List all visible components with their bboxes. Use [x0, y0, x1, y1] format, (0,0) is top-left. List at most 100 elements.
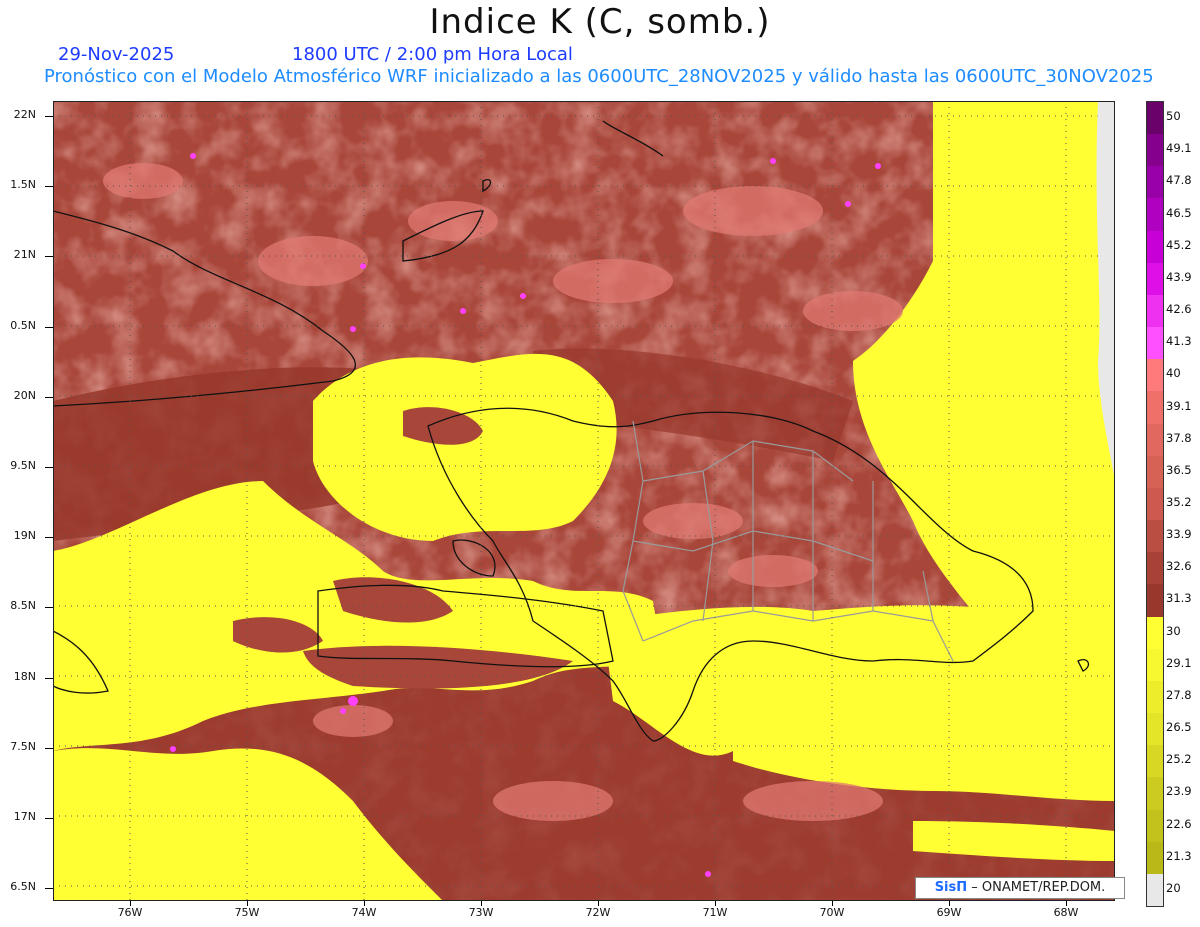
- colorbar-swatch: [1147, 809, 1163, 843]
- colorbar-swatch: [1147, 487, 1163, 521]
- colorbar-label: 46.5: [1166, 205, 1192, 220]
- lon-label: 68W: [1053, 906, 1079, 919]
- colorbar-label: 36.5: [1166, 462, 1192, 477]
- lon-tick: [247, 901, 248, 906]
- lat-label: 6.5N: [10, 880, 36, 894]
- colorbar-label: 30: [1166, 623, 1181, 638]
- colorbar-label: 29.1: [1166, 655, 1192, 670]
- colorbar-swatch: [1147, 873, 1163, 907]
- lat-label: 18N: [13, 669, 36, 683]
- colorbar-label: 20: [1166, 880, 1181, 895]
- colorbar-swatch: [1147, 648, 1163, 682]
- colorbar-label: 49.1: [1166, 141, 1192, 156]
- colorbar-label: 43.9: [1166, 269, 1192, 284]
- colorbar-swatch: [1147, 134, 1163, 167]
- lon-label: 69W: [936, 906, 962, 919]
- lat-tick: [45, 818, 53, 819]
- lat-tick: [45, 186, 53, 188]
- lon-tick: [832, 901, 833, 906]
- colorbar-label: 23.9: [1166, 784, 1192, 799]
- lon-label: 71W: [702, 906, 728, 919]
- colorbar-swatch: [1147, 713, 1163, 746]
- lon-label: 73W: [468, 906, 494, 919]
- colorbar-swatch: [1147, 166, 1163, 199]
- colorbar-swatch: [1147, 423, 1163, 457]
- model-info-line: Pronóstico con el Modelo Atmosférico WRF…: [44, 66, 1154, 87]
- lat-tick: [45, 888, 53, 890]
- lon-tick: [364, 901, 365, 906]
- colorbar-label: 35.2: [1166, 495, 1192, 509]
- colorbar-swatch: [1147, 294, 1163, 328]
- colorbar-swatch: [1147, 262, 1163, 296]
- colorbar-label: 25.2: [1166, 752, 1192, 767]
- lon-label: 75W: [234, 906, 260, 919]
- lat-label: 19N: [13, 529, 36, 543]
- lat-tick: [45, 747, 53, 749]
- chart-title: Indice K (C, somb.): [429, 2, 771, 42]
- lon-label: 70W: [819, 906, 845, 919]
- colorbar-swatch: [1147, 777, 1163, 811]
- colorbar-swatch: [1147, 841, 1163, 875]
- credit-box: SisΠ – ONAMET/REP.DOM.: [915, 877, 1125, 899]
- lat-tick: [45, 607, 53, 609]
- colorbar-swatch: [1147, 230, 1163, 264]
- lon-label: 72W: [585, 906, 611, 919]
- lat-label: 7.5N: [10, 739, 36, 753]
- colorbar-label: 32.6: [1166, 559, 1192, 574]
- colorbar-label: 27.8: [1166, 687, 1192, 702]
- colorbar-swatch: [1147, 520, 1163, 553]
- colorbar-label: 42.6: [1166, 302, 1192, 317]
- lon-tick: [598, 901, 599, 906]
- colorbar-label: 47.8: [1166, 173, 1192, 188]
- lon-tick: [1066, 901, 1067, 906]
- colorbar-swatch: [1147, 680, 1163, 714]
- colorbar-label: 22.6: [1166, 816, 1192, 831]
- colorbar-label: 21.3: [1166, 848, 1192, 863]
- colorbar-label: 50: [1166, 109, 1181, 124]
- lat-label: 1.5N: [10, 178, 36, 192]
- colorbar-label: 41.3: [1166, 334, 1192, 349]
- k-index-map: [53, 101, 1115, 901]
- lat-tick: [45, 396, 53, 398]
- lat-label: 8.5N: [10, 599, 36, 613]
- lon-label: 74W: [351, 906, 377, 919]
- lon-tick: [130, 901, 131, 906]
- colorbar-swatch: [1147, 616, 1163, 650]
- colorbar-label: 33.9: [1166, 527, 1192, 542]
- lon-label: 76W: [117, 906, 143, 919]
- sispi-logo: SisΠ: [934, 880, 968, 895]
- map-svg: [53, 101, 1115, 901]
- colorbar-swatch: [1147, 552, 1163, 585]
- colorbar-swatch: [1147, 455, 1163, 489]
- lat-label: 22N: [13, 108, 36, 121]
- forecast-time: 1800 UTC / 2:00 pm Hora Local: [292, 44, 573, 65]
- lat-tick: [45, 116, 53, 117]
- colorbar-label: 45.2: [1166, 237, 1192, 252]
- lat-label: 20N: [13, 388, 36, 402]
- colorbar-label: 26.5: [1166, 720, 1192, 735]
- colorbar: [1146, 101, 1164, 907]
- lon-tick: [481, 901, 482, 906]
- colorbar-label: 31.3: [1166, 591, 1192, 606]
- colorbar-swatch: [1147, 359, 1163, 392]
- colorbar-swatch: [1147, 102, 1163, 135]
- lat-tick: [45, 537, 53, 539]
- forecast-date: 29-Nov-2025: [58, 44, 175, 65]
- lon-tick: [715, 901, 716, 906]
- colorbar-label: 37.8: [1166, 430, 1192, 445]
- lat-label: 9.5N: [10, 459, 36, 472]
- colorbar-swatch: [1147, 198, 1163, 232]
- credit-text: – ONAMET/REP.DOM.: [971, 880, 1106, 895]
- lon-tick: [949, 901, 950, 906]
- lat-label: 0.5N: [10, 318, 36, 332]
- lat-label: 17N: [13, 810, 36, 823]
- lat-tick: [45, 467, 53, 468]
- colorbar-swatch: [1147, 745, 1163, 778]
- lat-tick: [45, 677, 53, 679]
- lat-tick: [45, 326, 53, 328]
- colorbar-swatch: [1147, 584, 1163, 618]
- lat-label: 21N: [13, 248, 36, 262]
- colorbar-label: 40: [1166, 366, 1181, 381]
- colorbar-swatch: [1147, 327, 1163, 360]
- colorbar-label: 39.1: [1166, 398, 1192, 413]
